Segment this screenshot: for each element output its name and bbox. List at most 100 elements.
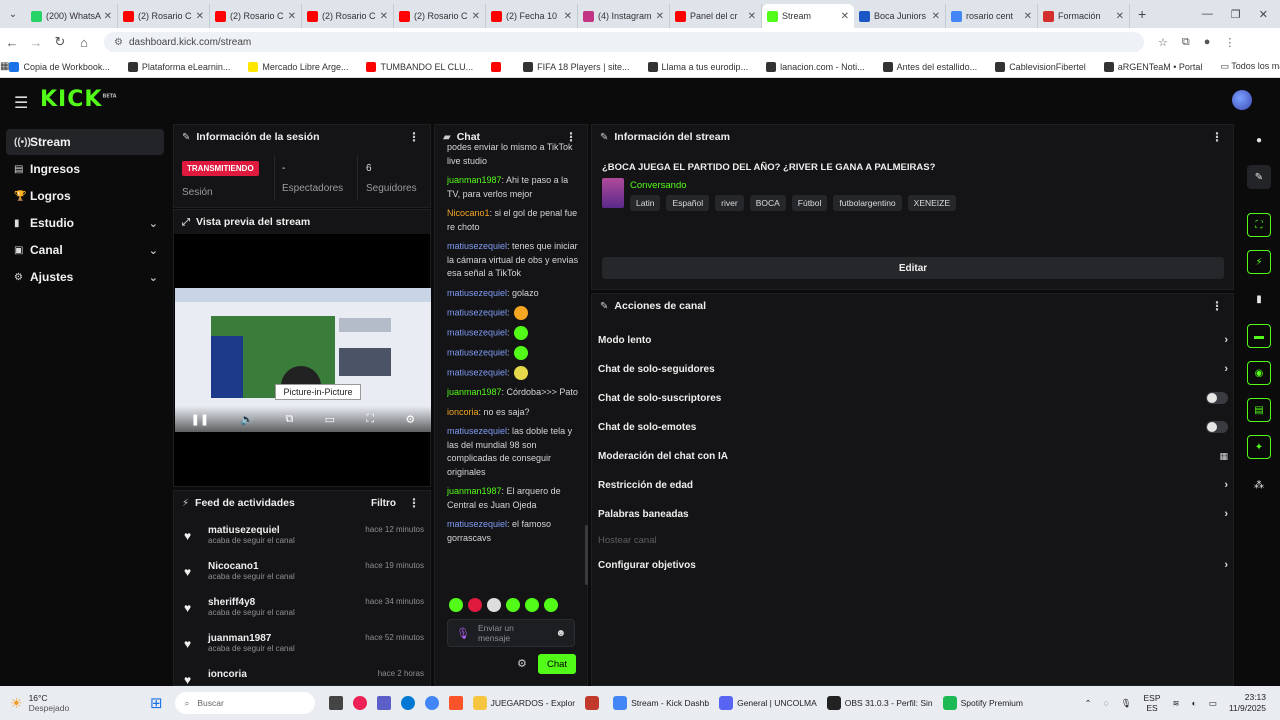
tab-close-icon[interactable]: ✕ (469, 11, 480, 22)
wifi-icon[interactable]: ≋ (1173, 698, 1180, 709)
brave-icon[interactable] (448, 696, 463, 710)
chat-username[interactable]: matiusezequiel (447, 327, 507, 337)
bookmark-item[interactable]: Copia de Workbook... (9, 61, 110, 72)
taskbar-app[interactable]: Stream - Kick Dashb (613, 696, 709, 710)
stream-tag[interactable]: Español (666, 195, 710, 211)
sidebar-item-ingresos[interactable]: ▤ Ingresos (6, 156, 164, 182)
new-tab-icon[interactable]: + (1138, 6, 1146, 22)
back-icon[interactable]: ← (0, 35, 24, 50)
channel-action-item[interactable]: Chat de solo-suscriptores (598, 389, 1228, 407)
chat-send-button[interactable]: Chat (538, 654, 576, 674)
bookmark-item[interactable]: CablevisionFibertel (995, 61, 1086, 72)
forward-icon[interactable]: → (24, 35, 48, 50)
category-name[interactable]: Conversando (630, 180, 687, 191)
browser-tab[interactable]: (2) Rosario C ✕ (302, 4, 394, 28)
browser-tab[interactable]: Stream ✕ (762, 4, 854, 28)
windows-start-icon[interactable]: ⊞ (150, 694, 163, 712)
tab-close-icon[interactable]: ✕ (745, 11, 756, 22)
more-options-icon[interactable]: ⋮ (408, 496, 420, 510)
copilot-icon[interactable] (352, 696, 367, 710)
taskbar-app[interactable]: General | UNCOLMA (719, 696, 817, 710)
channel-action-item[interactable]: Moderación del chat con IA ▦ (598, 447, 1228, 465)
emote-picker-icon[interactable] (449, 598, 463, 612)
stream-tag[interactable]: river (715, 195, 744, 211)
emote-picker-icon[interactable] (525, 598, 539, 612)
lightning-icon[interactable]: ⚡ (1247, 250, 1271, 274)
chat-username[interactable]: matiusezequiel (447, 519, 507, 529)
mic-tray-icon[interactable]: 🎙 (1121, 698, 1132, 709)
tab-close-icon[interactable]: ✕ (193, 11, 204, 22)
star-icon[interactable]: ☆ (1158, 36, 1168, 49)
video-player[interactable]: Picture-in-Picture ❚❚ 🔊 ⧉ ▭ ⛶ ⚙ (175, 288, 431, 432)
site-info-icon[interactable]: ⚙ (114, 37, 123, 48)
stream-tag[interactable]: Fútbol (791, 195, 828, 211)
chat-username[interactable]: matiusezequiel (447, 288, 507, 298)
volume-tray-icon[interactable]: ◐ (1192, 698, 1197, 708)
stream-tag[interactable]: futbolargentino (833, 195, 902, 211)
chat-username[interactable]: juanman1987 (447, 175, 502, 185)
channel-action-item[interactable]: Chat de solo-emotes (598, 418, 1228, 436)
layout-icon[interactable]: ▤ (1247, 398, 1271, 422)
chat-icon[interactable]: ▬ (1247, 324, 1271, 348)
info-icon[interactable]: ● (1247, 128, 1271, 152)
browser-tab[interactable]: Panel del cr ✕ (670, 4, 762, 28)
browser-tab[interactable]: (4) Instagram ✕ (578, 4, 670, 28)
more-options-icon[interactable]: ⋮ (1211, 130, 1223, 144)
chat-username[interactable]: matiusezequiel (447, 426, 507, 436)
browser-tab[interactable]: rosario cent ✕ (946, 4, 1038, 28)
home-icon[interactable]: ⌂ (72, 35, 96, 50)
edge-icon[interactable] (400, 696, 415, 710)
sidebar-item-ajustes[interactable]: ⚙ Ajustes ⌄ (6, 264, 164, 290)
teams-icon[interactable] (376, 696, 391, 710)
chat-scrollbar[interactable] (585, 525, 588, 585)
task-view-icon[interactable] (328, 696, 343, 710)
bookmark-item[interactable]: aRGENTeaM • Portal (1103, 61, 1202, 72)
toggle-switch[interactable] (1206, 421, 1228, 433)
bookmark-item[interactable]: Mercado Libre Arge... (248, 61, 348, 72)
browser-tab[interactable]: Boca Juniors ✕ (854, 4, 946, 28)
filter-button[interactable]: Filtro (371, 498, 396, 509)
browser-tab[interactable]: (2) Fecha 10 ✕ (486, 4, 578, 28)
bookmark-item[interactable]: Llama a tus eurodip... (647, 61, 748, 72)
bookmark-item[interactable]: TUMBANDO EL CLU... (366, 61, 473, 72)
emote-picker-icon[interactable] (506, 598, 520, 612)
tab-close-icon[interactable]: ✕ (561, 11, 572, 22)
tools-icon[interactable]: ✦ (1247, 435, 1271, 459)
trash-icon[interactable]: ▮ (1247, 287, 1271, 311)
taskbar-app[interactable]: JUEGARDOS - Explor (472, 696, 575, 710)
maximize-icon[interactable]: ❐ (1231, 8, 1241, 21)
tab-close-icon[interactable]: ✕ (929, 11, 940, 22)
profile-icon[interactable]: ● (1204, 36, 1211, 49)
battery-icon[interactable]: ▭ (1209, 698, 1217, 709)
sidebar-item-estudio[interactable]: ▮ Estudio ⌄ (6, 210, 164, 236)
pause-icon[interactable]: ❚❚ (191, 413, 209, 426)
chat-username[interactable]: matiusezequiel (447, 367, 507, 377)
language-indicator[interactable]: ESP ES (1144, 693, 1161, 713)
volume-icon[interactable]: 🔊 (240, 413, 254, 426)
settings-icon[interactable]: ⚙ (405, 413, 415, 426)
emote-picker-icon[interactable] (468, 598, 482, 612)
emote-picker-icon[interactable] (487, 598, 501, 612)
dots-cluster-icon[interactable]: ⁂ (1247, 473, 1271, 497)
broadcast-icon[interactable]: ◉ (1247, 361, 1271, 385)
channel-action-item[interactable]: Restricción de edad › (598, 476, 1228, 494)
tab-search-icon[interactable]: ⌄ (0, 9, 26, 20)
browser-tab[interactable]: (2) Rosario C ✕ (210, 4, 302, 28)
tab-close-icon[interactable]: ✕ (285, 11, 296, 22)
browser-tab[interactable]: (2) Rosario C ✕ (118, 4, 210, 28)
emoji-icon[interactable]: ☻ (555, 628, 566, 639)
tab-close-icon[interactable]: ✕ (101, 11, 112, 22)
url-field[interactable]: ⚙ dashboard.kick.com/stream (104, 32, 1144, 52)
browser-tab[interactable]: Formación ✕ (1038, 4, 1130, 28)
chat-input[interactable]: 🎙 Enviar un mensaje ☻ (447, 619, 575, 647)
browser-tab[interactable]: (200) WhatsApp✕ (26, 4, 118, 28)
mic-icon[interactable]: 🎙 (456, 627, 470, 640)
tray-chevron-icon[interactable]: ⌃ (1085, 698, 1092, 709)
stream-tag[interactable]: XENEIZE (907, 195, 957, 211)
hamburger-menu-icon[interactable]: ☰ (14, 93, 28, 113)
tab-close-icon[interactable]: ✕ (1113, 11, 1124, 22)
chat-username[interactable]: Nicocano1 (447, 208, 490, 218)
chat-username[interactable]: matiusezequiel (447, 347, 507, 357)
bookmark-item[interactable]: Plataforma eLearnin... (127, 61, 230, 72)
emote-picker-icon[interactable] (544, 598, 558, 612)
